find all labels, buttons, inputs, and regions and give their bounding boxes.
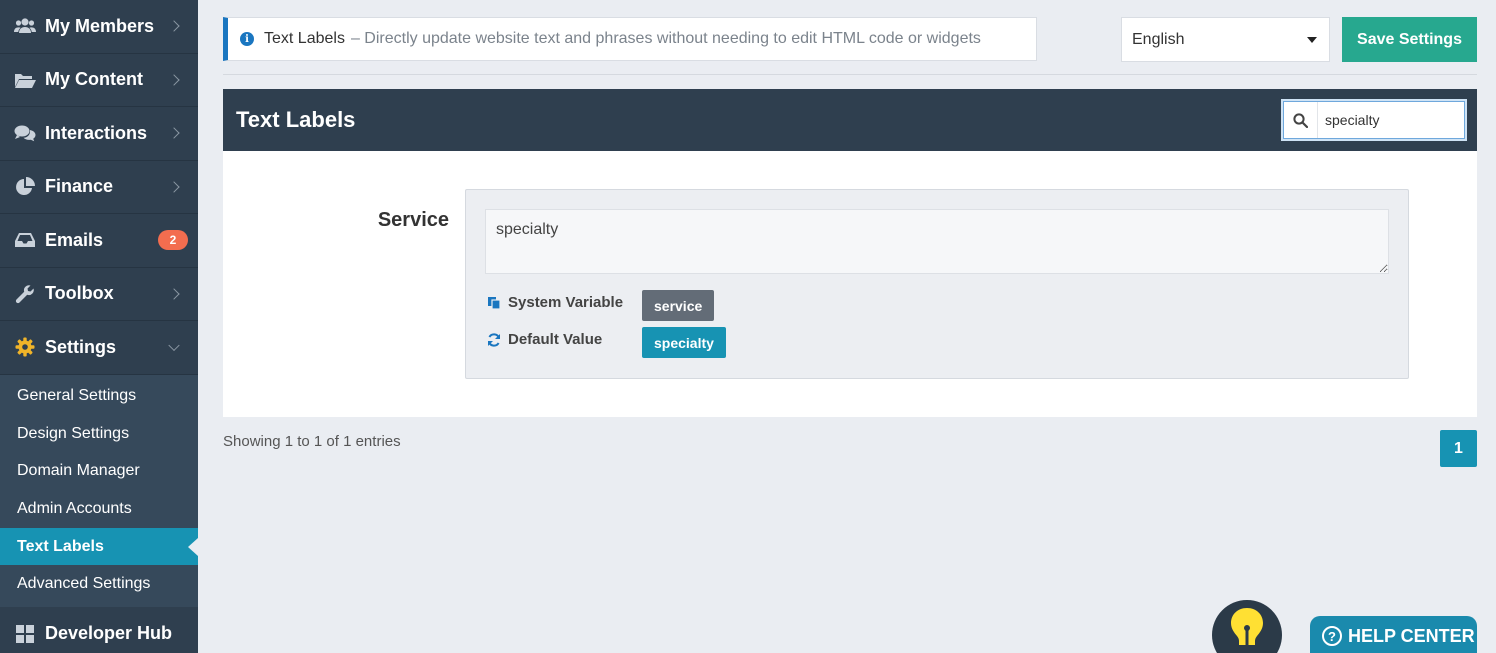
sidebar-item-toolbox[interactable]: Toolbox <box>0 268 198 321</box>
sidebar-item-interactions[interactable]: Interactions <box>0 107 198 161</box>
submenu-item-advanced-settings[interactable]: Advanced Settings <box>0 565 198 603</box>
caret-down-icon <box>1307 37 1317 43</box>
help-center-button[interactable]: ? HELP CENTER <box>1310 616 1477 653</box>
page-info-banner: i Text Labels – Directly update website … <box>223 17 1037 61</box>
refresh-icon <box>487 332 501 347</box>
chevron-right-icon <box>168 127 180 139</box>
sidebar-item-label: Interactions <box>45 122 148 143</box>
search-icon <box>1284 102 1318 138</box>
chevron-right-icon <box>168 20 180 32</box>
search-box <box>1283 101 1465 139</box>
entry-label: Service <box>377 209 449 231</box>
chevron-down-icon <box>168 339 180 352</box>
wrench-icon <box>14 284 36 304</box>
copy-icon <box>487 296 501 310</box>
sidebar-item-my-members[interactable]: My Members <box>0 0 198 54</box>
default-value-label: Default Value <box>508 331 603 348</box>
entry-value-textarea[interactable]: specialty <box>485 209 1389 274</box>
settings-submenu: General Settings Design Settings Domain … <box>0 374 198 608</box>
panel-header: Text Labels <box>223 89 1477 151</box>
tips-button[interactable] <box>1212 600 1282 653</box>
emails-count-badge: 2 <box>158 230 188 251</box>
search-input[interactable] <box>1318 112 1458 128</box>
info-icon: i <box>240 32 254 46</box>
sidebar-item-label: Toolbox <box>45 283 114 304</box>
sidebar-item-label: My Members <box>45 15 155 36</box>
help-center-label: HELP CENTER <box>1348 626 1475 646</box>
divider <box>223 74 1477 75</box>
system-variable-row: System Variable <box>487 294 623 311</box>
submenu-item-design-settings[interactable]: Design Settings <box>0 415 198 453</box>
panel-body: Service specialty System Variable servic… <box>223 151 1477 417</box>
sidebar-item-emails[interactable]: Emails 2 <box>0 214 198 268</box>
sidebar: My Members My Content Interactions Finan… <box>0 0 198 653</box>
entry-card: specialty System Variable service Defaul… <box>465 189 1409 379</box>
submenu-item-text-labels[interactable]: Text Labels <box>0 527 198 566</box>
save-settings-button[interactable]: Save Settings <box>1342 17 1477 62</box>
language-select[interactable]: English <box>1121 17 1330 62</box>
sidebar-item-label: My Content <box>45 69 143 90</box>
pagination-info: Showing 1 to 1 of 1 entries <box>223 433 401 450</box>
users-icon <box>14 16 36 36</box>
gear-icon <box>14 337 36 357</box>
info-description: – Directly update website text and phras… <box>350 30 981 47</box>
pagination-page-button[interactable]: 1 <box>1440 430 1477 467</box>
grid-icon <box>14 624 36 644</box>
default-value-tag: specialty <box>642 327 726 358</box>
language-selected-value: English <box>1132 30 1185 48</box>
sidebar-item-label: Developer Hub <box>45 623 173 644</box>
panel-title: Text Labels <box>236 107 356 132</box>
sidebar-item-settings[interactable]: Settings <box>0 321 198 375</box>
default-value-row: Default Value <box>487 331 602 348</box>
sidebar-item-finance[interactable]: Finance <box>0 161 198 214</box>
sidebar-item-label: Settings <box>45 336 117 357</box>
inbox-icon <box>14 230 36 250</box>
system-variable-label: System Variable <box>508 294 624 311</box>
sidebar-item-my-content[interactable]: My Content <box>0 54 198 107</box>
chevron-right-icon <box>168 288 180 300</box>
chevron-right-icon <box>168 74 180 86</box>
system-variable-tag: service <box>642 290 715 321</box>
pie-chart-icon <box>14 176 36 197</box>
question-circle-icon: ? <box>1322 626 1342 646</box>
sidebar-item-developer-hub[interactable]: Developer Hub <box>0 607 198 653</box>
chevron-right-icon <box>168 181 180 193</box>
submenu-item-admin-accounts[interactable]: Admin Accounts <box>0 490 198 528</box>
submenu-item-domain-manager[interactable]: Domain Manager <box>0 453 198 491</box>
sidebar-item-label: Emails <box>45 229 104 250</box>
lightbulb-icon <box>1231 608 1263 648</box>
comments-icon <box>14 123 36 143</box>
submenu-item-general-settings[interactable]: General Settings <box>0 378 198 416</box>
info-title: Text Labels <box>264 30 345 47</box>
sidebar-item-label: Finance <box>45 176 114 197</box>
folder-open-icon <box>14 70 36 90</box>
